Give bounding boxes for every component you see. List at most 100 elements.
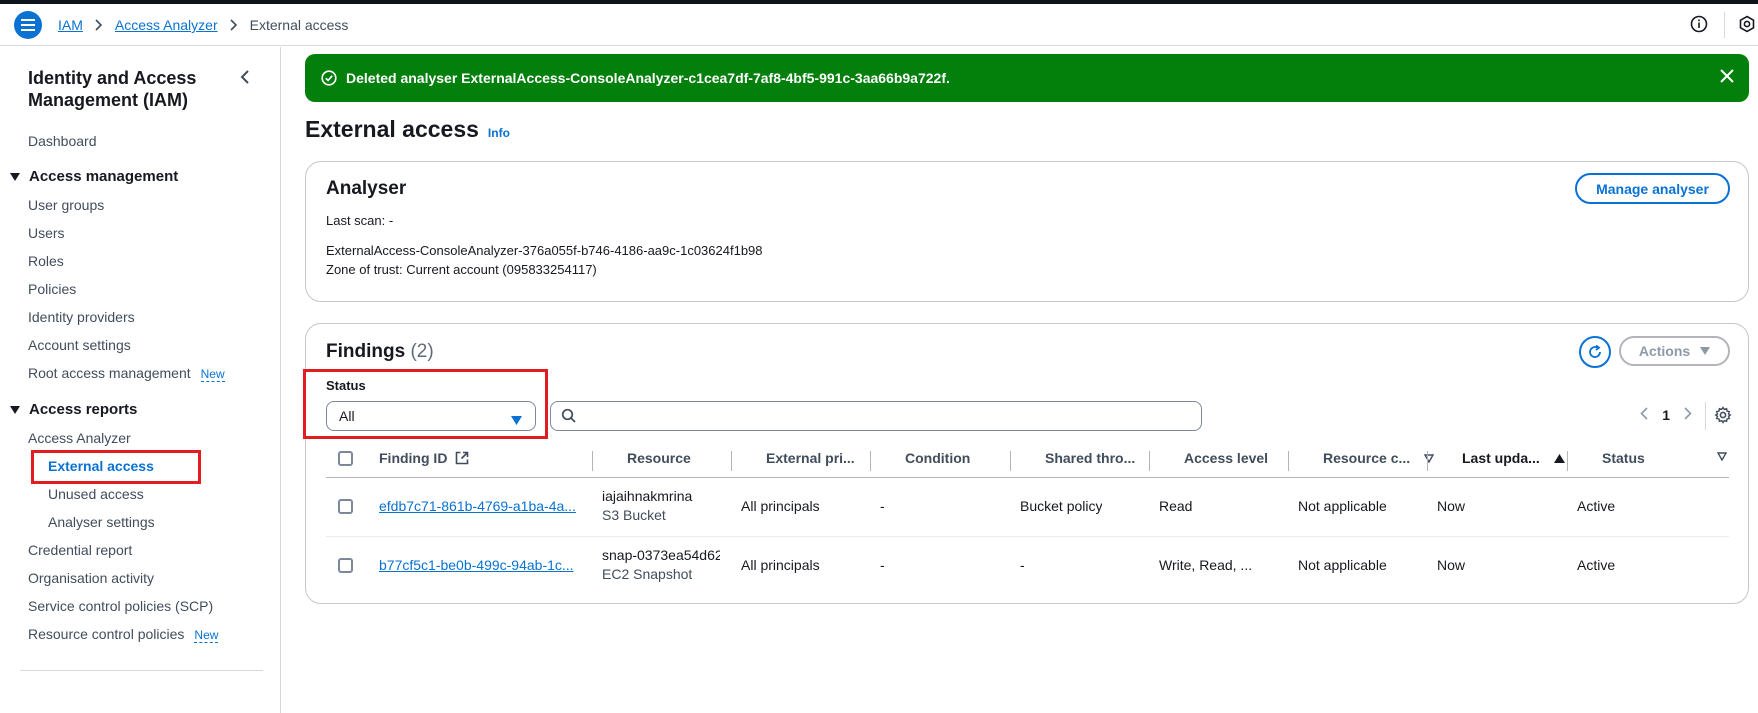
select-all-checkbox[interactable] xyxy=(338,451,353,466)
external-principal: All principals xyxy=(741,498,820,514)
column-label: Resource c... xyxy=(1323,450,1411,466)
column-divider[interactable] xyxy=(870,451,871,471)
topnav-divider xyxy=(1724,12,1725,38)
actions-button[interactable]: Actions xyxy=(1619,336,1730,366)
chevron-right-icon xyxy=(230,19,238,31)
column-header-external-principal[interactable]: External pri... xyxy=(766,450,855,466)
column-header-resource-control[interactable]: Resource c... xyxy=(1323,450,1435,466)
breadcrumb: IAM Access Analyzer External access xyxy=(58,17,348,33)
refresh-button[interactable] xyxy=(1579,336,1611,368)
access-level: Write, Read, ... xyxy=(1159,557,1253,573)
sidebar-title: Identity and Access Management (IAM) xyxy=(28,68,197,110)
page-header: External access Info xyxy=(305,116,510,143)
sidebar-section-label: Access reports xyxy=(29,401,138,418)
menu-button[interactable] xyxy=(14,11,42,39)
external-principal: All principals xyxy=(741,557,820,573)
resource-control: Not applicable xyxy=(1298,557,1387,573)
next-page-button[interactable] xyxy=(1684,407,1692,423)
analyser-name: ExternalAccess-ConsoleAnalyzer-376a055f-… xyxy=(326,243,763,258)
column-header-condition[interactable]: Condition xyxy=(905,450,970,466)
shared-through: Bucket policy xyxy=(1020,498,1103,514)
caret-down-icon xyxy=(10,172,20,181)
column-header-finding-id[interactable]: Finding ID xyxy=(379,450,469,466)
finding-id-link[interactable]: efdb7c71-861b-4769-a1ba-4a... xyxy=(379,498,579,514)
sidebar-item-user-groups[interactable]: User groups xyxy=(28,197,104,213)
column-label: Finding ID xyxy=(379,450,448,466)
sidebar-item-dashboard[interactable]: Dashboard xyxy=(28,133,97,149)
table-preferences-button[interactable] xyxy=(1714,406,1732,427)
column-divider[interactable] xyxy=(1288,451,1289,471)
zone-of-trust: Zone of trust: Current account (09583325… xyxy=(326,262,597,277)
support-icon xyxy=(1739,15,1755,33)
sidebar-collapse-button[interactable] xyxy=(240,69,250,88)
column-divider[interactable] xyxy=(1567,451,1568,471)
analyser-panel: Analyser Manage analyser Last scan: - Ex… xyxy=(305,161,1749,302)
column-header-resource[interactable]: Resource xyxy=(627,450,691,466)
row-checkbox[interactable] xyxy=(338,558,353,573)
info-link[interactable]: Info xyxy=(488,126,510,140)
sidebar-divider xyxy=(20,670,263,671)
info-panel-button[interactable] xyxy=(1690,15,1708,36)
refresh-icon xyxy=(1589,344,1601,358)
column-divider[interactable] xyxy=(731,451,732,471)
sidebar-item-organisation-activity[interactable]: Organisation activity xyxy=(28,570,154,586)
sort-up-icon xyxy=(1553,453,1565,463)
search-input[interactable] xyxy=(585,406,1185,426)
row-checkbox[interactable] xyxy=(338,499,353,514)
sidebar-section-access-reports[interactable]: Access reports xyxy=(10,401,137,418)
sidebar-item-access-analyzer[interactable]: Access Analyzer xyxy=(28,430,131,446)
column-divider[interactable] xyxy=(1427,451,1428,471)
last-updated: Now xyxy=(1437,498,1466,514)
support-button[interactable] xyxy=(1738,15,1756,36)
table-header: Finding ID Resource External pri... Cond… xyxy=(326,440,1729,478)
last-scan-text: Last scan: - xyxy=(326,213,394,228)
sidebar-item-roles[interactable]: Roles xyxy=(28,253,64,269)
caret-down-icon xyxy=(1700,347,1711,355)
column-header-status[interactable]: Status xyxy=(1602,450,1645,466)
page-number[interactable]: 1 xyxy=(1662,407,1670,423)
sidebar-item-account-settings[interactable]: Account settings xyxy=(28,337,131,353)
finding-status: Active xyxy=(1577,557,1616,573)
column-header-last-updated[interactable]: Last upda... xyxy=(1462,450,1565,466)
sidebar-item-unused-access[interactable]: Unused access xyxy=(48,486,144,502)
close-icon xyxy=(1720,69,1734,83)
status-sort-button[interactable] xyxy=(1717,452,1727,461)
sidebar-item-credential-report[interactable]: Credential report xyxy=(28,542,132,558)
manage-analyser-button[interactable]: Manage analyser xyxy=(1575,173,1730,204)
findings-search xyxy=(550,401,1202,431)
sidebar-item-users[interactable]: Users xyxy=(28,225,65,241)
condition: - xyxy=(880,557,885,573)
sidebar-item-analyser-settings[interactable]: Analyser settings xyxy=(48,514,155,530)
pagination: 1 xyxy=(1640,407,1692,423)
sidebar-item-policies[interactable]: Policies xyxy=(28,281,76,297)
condition: - xyxy=(880,498,885,514)
column-divider[interactable] xyxy=(1149,451,1150,471)
sort-down-icon xyxy=(1717,452,1727,461)
chevron-right-icon xyxy=(1684,407,1692,420)
shared-through: - xyxy=(1020,557,1025,573)
column-header-access-level[interactable]: Access level xyxy=(1184,450,1268,466)
hamburger-icon xyxy=(21,19,35,31)
breadcrumb-access-analyzer[interactable]: Access Analyzer xyxy=(115,17,218,33)
sidebar-section-access-management[interactable]: Access management xyxy=(10,168,178,185)
sidebar-item-identity-providers[interactable]: Identity providers xyxy=(28,309,135,325)
column-divider[interactable] xyxy=(592,451,593,471)
column-divider[interactable] xyxy=(1010,451,1011,471)
findings-heading: Findings (2) xyxy=(326,341,434,363)
column-header-shared-through[interactable]: Shared thro... xyxy=(1045,450,1135,466)
side-navigation: Identity and Access Management (IAM) Das… xyxy=(0,47,281,713)
flash-dismiss-button[interactable] xyxy=(1719,68,1735,87)
chevron-left-icon xyxy=(240,70,249,84)
sidebar-item-root-access-management[interactable]: Root access management New xyxy=(28,365,225,382)
pager-divider xyxy=(1705,402,1706,430)
actions-label: Actions xyxy=(1638,343,1691,359)
check-circle-icon xyxy=(321,70,337,86)
sidebar-item-resource-control-policies[interactable]: Resource control policies New xyxy=(28,626,219,643)
finding-id-link[interactable]: b77cf5c1-be0b-499c-94ab-1c... xyxy=(379,557,579,573)
success-flash-notification: Deleted analyser ExternalAccess-ConsoleA… xyxy=(305,54,1749,102)
highlight-box-status-filter xyxy=(303,369,548,439)
previous-page-button[interactable] xyxy=(1640,407,1648,423)
sidebar-item-scp[interactable]: Service control policies (SCP) xyxy=(28,598,213,614)
breadcrumb-iam[interactable]: IAM xyxy=(58,17,83,33)
chevron-right-icon xyxy=(95,19,103,31)
